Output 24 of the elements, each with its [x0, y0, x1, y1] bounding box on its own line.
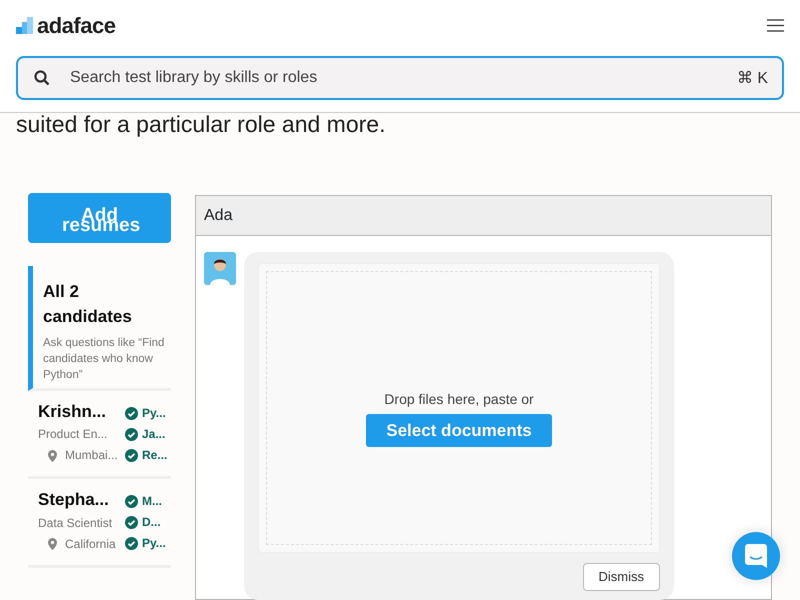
candidate-card[interactable]: Krishn... Product En... Mumbai... Py... Ja... Re... [28, 390, 171, 480]
hint-text: Ask questions like “Find candidates who know Python” [43, 336, 166, 384]
candidate-location: California [65, 536, 116, 553]
list-title: All 2 candidates [43, 281, 133, 328]
candidate-role: Data Scientist [38, 514, 114, 532]
skill-tag: D... [142, 512, 161, 534]
candidate-name: Stepha... [38, 489, 110, 512]
candidate-name: Krishn... [38, 400, 108, 423]
drop-zone[interactable]: Drop files here, paste or Select documents [258, 263, 660, 553]
skill-tag: Ja... [142, 424, 166, 445]
skill-tag: Re... [142, 444, 168, 466]
intro-text: suited for a particular role and more. [16, 112, 386, 138]
dismiss-button[interactable]: Dismiss [582, 563, 660, 590]
skill-tag: Py... [142, 533, 166, 554]
candidate-list-item[interactable]: All 2 candidates Ask questions like “Find candidates who know Python” [28, 266, 171, 391]
candidate-location: Mumbai... [65, 447, 118, 464]
candidate-role: Product En... [38, 426, 108, 444]
skill-tag: M... [142, 491, 162, 512]
chat-title: Ada [196, 196, 771, 236]
drop-text: Drop files here, paste or [384, 390, 534, 409]
candidate-card[interactable]: Stepha... Data Scientist California M... D... Py... [28, 479, 171, 568]
logo-text: adaface [37, 12, 116, 40]
shortcut-hint: ⌘ K [736, 69, 768, 89]
skill-tag: Py... [142, 402, 166, 424]
